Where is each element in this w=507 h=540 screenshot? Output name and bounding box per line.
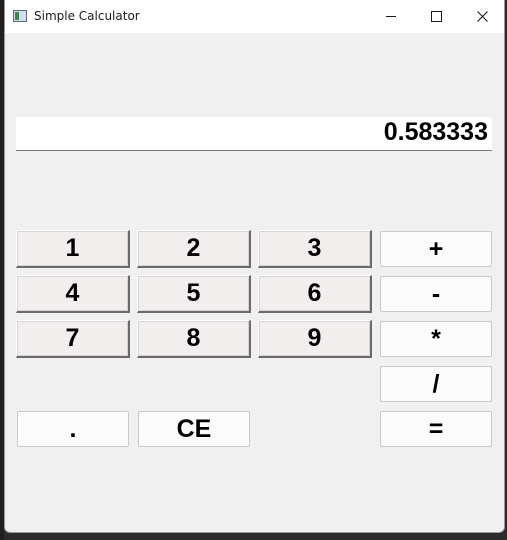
close-icon xyxy=(476,11,488,22)
result-display: 0.583333 xyxy=(16,117,492,151)
digit-5-button[interactable]: 5 xyxy=(137,275,251,313)
close-button[interactable] xyxy=(459,0,504,33)
clear-entry-button[interactable]: CE xyxy=(138,411,250,447)
minus-button[interactable]: - xyxy=(380,276,492,312)
maximize-button[interactable] xyxy=(413,0,459,33)
app-icon xyxy=(13,10,27,22)
calculator-window: Simple Calculator 0.583333 1 2 3 + 4 5 6… xyxy=(4,0,505,533)
decimal-point-button[interactable]: . xyxy=(17,411,129,447)
minimize-button[interactable] xyxy=(368,0,414,33)
digit-9-button[interactable]: 9 xyxy=(258,320,372,358)
digit-2-button[interactable]: 2 xyxy=(137,230,251,268)
digit-8-button[interactable]: 8 xyxy=(137,320,251,358)
digit-6-button[interactable]: 6 xyxy=(258,275,372,313)
divide-button[interactable]: / xyxy=(380,366,492,402)
multiply-button[interactable]: * xyxy=(380,321,492,357)
digit-3-button[interactable]: 3 xyxy=(258,230,372,268)
maximize-icon xyxy=(430,11,442,22)
equals-button[interactable]: = xyxy=(380,411,492,447)
title-bar[interactable]: Simple Calculator xyxy=(5,0,504,33)
digit-4-button[interactable]: 4 xyxy=(16,275,130,313)
window-title: Simple Calculator xyxy=(34,9,140,23)
plus-button[interactable]: + xyxy=(380,231,492,267)
minimize-icon xyxy=(386,16,396,17)
digit-7-button[interactable]: 7 xyxy=(16,320,130,358)
digit-1-button[interactable]: 1 xyxy=(16,230,130,268)
display-value: 0.583333 xyxy=(383,118,488,146)
